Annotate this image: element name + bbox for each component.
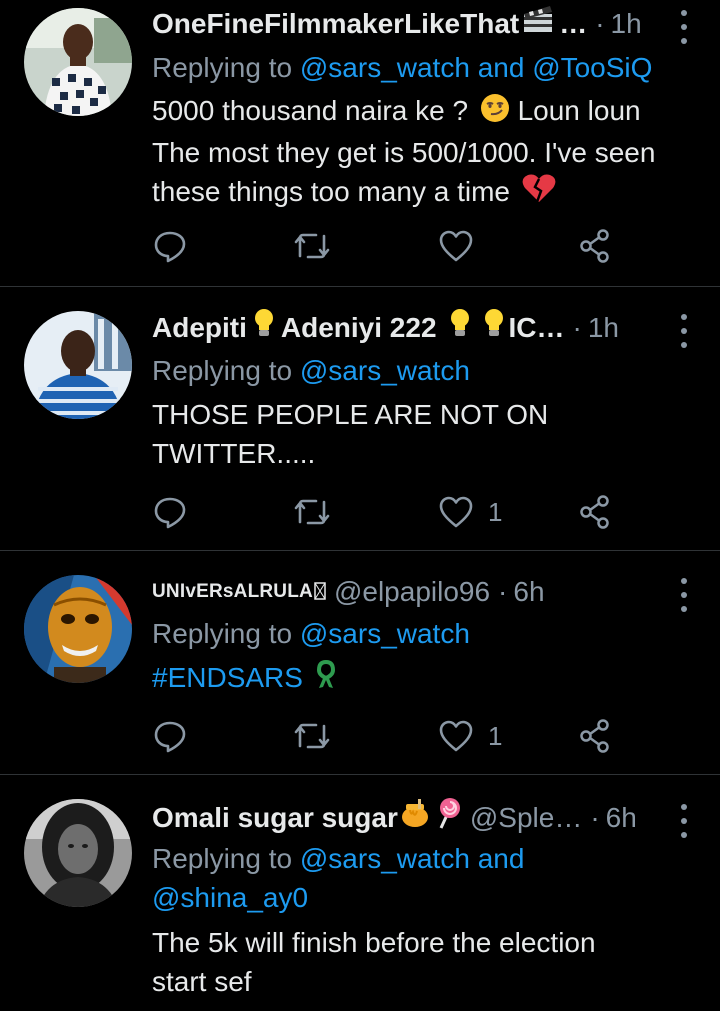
- avatar[interactable]: [24, 575, 132, 683]
- like-icon[interactable]: [438, 229, 474, 263]
- share-icon[interactable]: [578, 716, 612, 756]
- timestamp[interactable]: 1h: [611, 4, 642, 44]
- more-icon[interactable]: [678, 10, 690, 44]
- timestamp[interactable]: 6h: [606, 798, 637, 838]
- honey-pot-emoji: [400, 798, 430, 838]
- display-name-part[interactable]: Adeniyi 222: [281, 308, 437, 348]
- display-name[interactable]: OneFineFilmmakerLikeThat: [152, 4, 519, 44]
- text-line: these things too many a time: [152, 175, 510, 207]
- timestamp[interactable]: 1h: [588, 308, 619, 348]
- tweet-text: 5000 thousand naira ke ? Loun loun The m…: [152, 91, 690, 213]
- share-icon[interactable]: [578, 226, 612, 266]
- tweet[interactable]: OneFineFilmmakerLikeThat … · 1h Replying…: [0, 0, 720, 286]
- tweet-header: Adepiti Adeniyi 222 IC… · 1h: [152, 308, 664, 348]
- handle[interactable]: @elpapilo96: [334, 572, 490, 612]
- replying-mentions[interactable]: @sars_watch and @TooSiQ: [300, 52, 653, 83]
- smirk-emoji: [480, 93, 510, 133]
- replying-prefix: Replying to: [152, 355, 300, 386]
- name-ellipsis: …: [559, 8, 588, 39]
- avatar[interactable]: [24, 311, 132, 419]
- avatar[interactable]: [24, 8, 132, 116]
- reply-feed: OneFineFilmmakerLikeThat … · 1h Replying…: [0, 0, 720, 1011]
- text-line: start sef: [152, 966, 252, 997]
- tweet-actions: 1: [152, 492, 632, 532]
- lightbulb-emoji: [483, 308, 505, 348]
- like-button[interactable]: 1: [438, 716, 502, 756]
- replying-mentions[interactable]: @sars_watch and: [300, 843, 525, 874]
- replying-prefix: Replying to: [152, 52, 300, 83]
- like-count: 1: [488, 720, 503, 751]
- text-line: TWITTER.....: [152, 438, 316, 469]
- reply-icon[interactable]: [152, 226, 188, 266]
- green-ribbon-emoji: [315, 659, 337, 700]
- more-icon[interactable]: [678, 804, 690, 838]
- retweet-icon[interactable]: [292, 492, 332, 532]
- lightbulb-emoji: [253, 308, 275, 348]
- separator-dot: ·: [590, 802, 600, 833]
- tweet-actions: 1: [152, 716, 632, 756]
- text-line: 5000 thousand naira ke ?: [152, 95, 469, 126]
- handle[interactable]: @Sple…: [470, 798, 582, 838]
- missing-glyph-emoji: [314, 572, 326, 612]
- reply-icon[interactable]: [152, 716, 188, 756]
- replying-to: Replying to @sars_watch and @shina_ay0: [152, 839, 680, 917]
- replying-mentions[interactable]: @sars_watch: [300, 355, 470, 386]
- display-name[interactable]: Adepiti: [152, 308, 247, 348]
- hashtag-link[interactable]: #ENDSARS: [152, 662, 303, 693]
- replying-mentions[interactable]: @shina_ay0: [152, 878, 680, 917]
- lollipop-emoji: [434, 798, 462, 838]
- more-icon[interactable]: [678, 314, 690, 348]
- text-line: The 5k will finish before the election: [152, 927, 596, 958]
- tweet-header: OneFineFilmmakerLikeThat … · 1h: [152, 4, 664, 44]
- tweet-header: UNIvERsALRULA @elpapilo96 · 6h: [152, 572, 664, 612]
- replying-to: Replying to @sars_watch and @TooSiQ: [152, 48, 680, 87]
- display-name[interactable]: Omali sugar sugar: [152, 798, 398, 838]
- display-name-part[interactable]: IC…: [509, 308, 565, 348]
- text-line: The most they get is 500/1000. I've seen: [152, 136, 656, 168]
- replying-prefix: Replying to: [152, 618, 300, 649]
- avatar[interactable]: [24, 799, 132, 907]
- tweet-text: The 5k will finish before the election s…: [152, 923, 690, 1001]
- replying-to: Replying to @sars_watch: [152, 351, 680, 390]
- separator-dot: ·: [498, 576, 508, 607]
- tweet-header: Omali sugar sugar @Sple… · 6h: [152, 798, 664, 838]
- timestamp[interactable]: 6h: [513, 572, 544, 612]
- like-icon[interactable]: [438, 495, 474, 529]
- more-icon[interactable]: [678, 578, 690, 612]
- tweet[interactable]: UNIvERsALRULA @elpapilo96 · 6h Replying …: [0, 551, 720, 774]
- tweet[interactable]: Adepiti Adeniyi 222 IC… · 1h Replying to…: [0, 287, 720, 550]
- tweet-text: #ENDSARS: [152, 658, 690, 700]
- display-name[interactable]: UNIvERsALRULA: [152, 572, 313, 612]
- retweet-icon[interactable]: [292, 716, 332, 756]
- share-icon[interactable]: [578, 492, 612, 532]
- replying-to: Replying to @sars_watch: [152, 614, 680, 653]
- tweet[interactable]: Omali sugar sugar @Sple… · 6h Replying t…: [0, 775, 720, 1011]
- like-icon[interactable]: [438, 719, 474, 753]
- replying-mentions[interactable]: @sars_watch: [300, 618, 470, 649]
- text-line: THOSE PEOPLE ARE NOT ON: [152, 399, 549, 430]
- like-button[interactable]: 1: [438, 492, 502, 532]
- separator-dot: ·: [572, 312, 582, 343]
- retweet-icon[interactable]: [292, 226, 332, 266]
- separator-dot: ·: [595, 8, 605, 39]
- tweet-text: THOSE PEOPLE ARE NOT ON TWITTER.....: [152, 395, 690, 473]
- like-button[interactable]: [438, 226, 474, 266]
- text-line: Loun loun: [517, 95, 641, 126]
- clapper-emoji: [523, 4, 553, 44]
- broken-heart-emoji: [522, 173, 556, 213]
- replying-prefix: Replying to: [152, 843, 300, 874]
- like-count: 1: [488, 496, 503, 527]
- lightbulb-emoji: [449, 308, 471, 348]
- reply-icon[interactable]: [152, 492, 188, 532]
- tweet-actions: [152, 226, 632, 266]
